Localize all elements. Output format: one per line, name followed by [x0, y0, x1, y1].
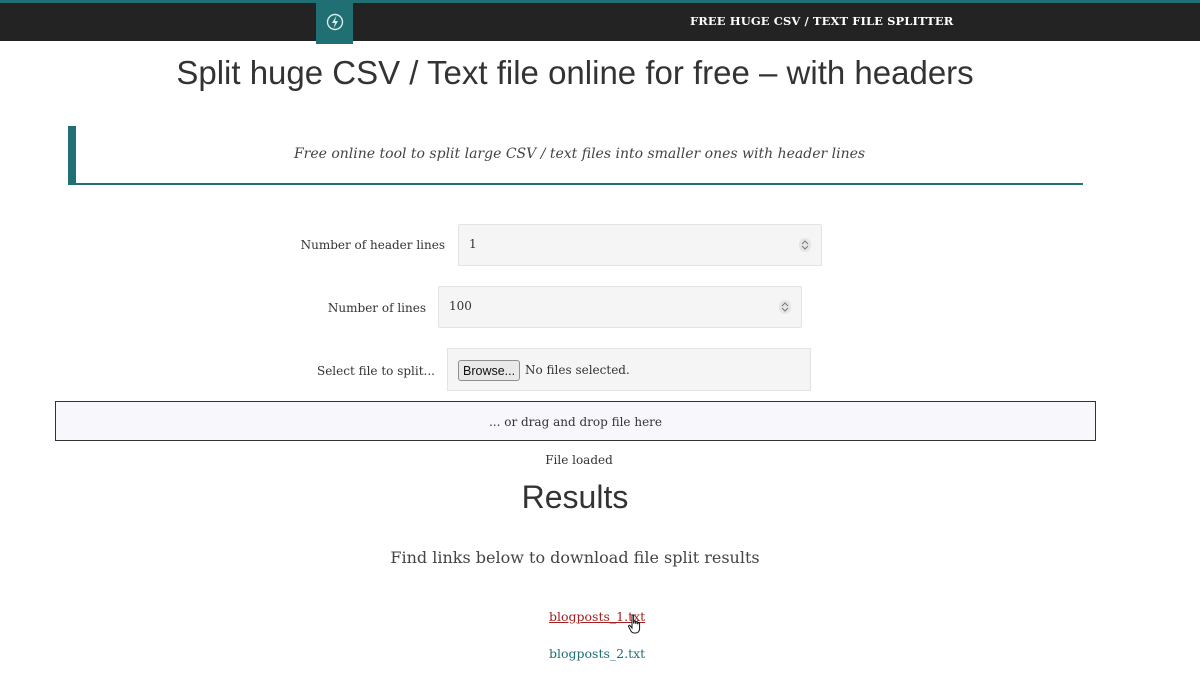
results-subtitle: Find links below to download file split … [390, 548, 760, 567]
file-input[interactable]: Browse... No files selected. [447, 348, 811, 391]
top-navbar: FREE HUGE CSV / TEXT FILE SPLITTER [0, 0, 1200, 44]
page-title: Split huge CSV / Text file online for fr… [176, 54, 974, 91]
lines-stepper-icon[interactable] [779, 300, 791, 314]
lines-input[interactable]: 100 [438, 286, 802, 328]
dropzone-text: ... or drag and drop file here [488, 415, 663, 429]
site-title-link[interactable]: FREE HUGE CSV / TEXT FILE SPLITTER [690, 14, 953, 28]
drag-drop-zone[interactable]: ... or drag and drop file here [55, 401, 1096, 441]
file-status-text: No files selected. [525, 363, 630, 377]
results-heading: Results [521, 479, 629, 515]
lines-value: 100 [449, 299, 472, 313]
header-lines-label: Number of header lines [300, 238, 445, 252]
load-status: File loaded [545, 453, 613, 467]
hand-pointer-cursor-icon [627, 614, 643, 640]
browse-button[interactable]: Browse... [458, 360, 521, 381]
description-callout: Free online tool to split large CSV / te… [68, 126, 1083, 185]
description-text: Free online tool to split large CSV / te… [293, 146, 866, 162]
download-link-2[interactable]: blogposts_2.txt [549, 646, 645, 661]
lightning-logo-icon[interactable] [316, 0, 353, 44]
lines-label: Number of lines [327, 301, 426, 315]
header-lines-stepper-icon[interactable] [799, 238, 811, 252]
file-select-label: Select file to split... [316, 364, 435, 378]
header-lines-input[interactable]: 1 [458, 224, 822, 266]
header-lines-value: 1 [469, 237, 477, 251]
